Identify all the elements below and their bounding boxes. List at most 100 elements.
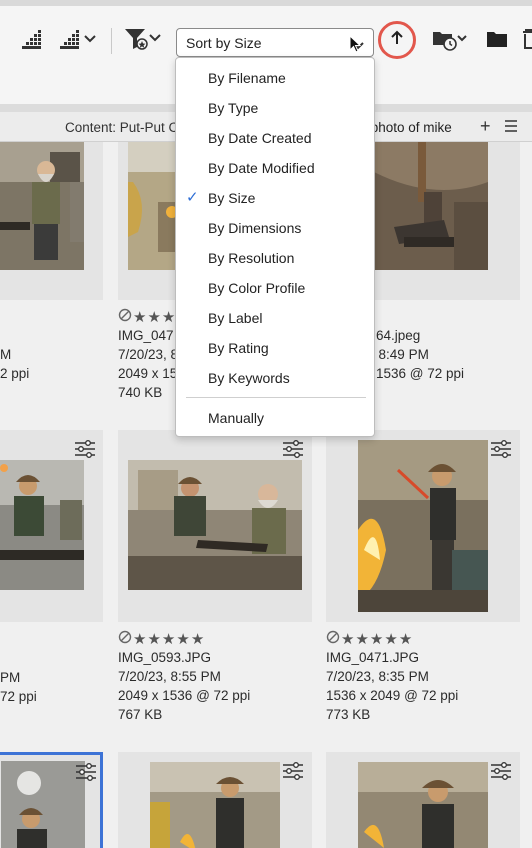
thumbnail-date: M (0, 347, 12, 362)
sort-option-color-profile[interactable]: By Color Profile (176, 273, 374, 303)
thumbnail-image[interactable] (128, 142, 180, 270)
thumbnail-dimensions: 2049 x 15 (118, 366, 178, 381)
rating-stars[interactable]: ★ ★ ★ (118, 308, 175, 327)
sort-dropdown-menu: By Filename By Type By Date Created By D… (175, 57, 375, 437)
sort-option-label: By Label (208, 310, 263, 326)
sort-option-dimensions[interactable]: By Dimensions (176, 213, 374, 243)
sort-option-keywords[interactable]: By Keywords (176, 363, 374, 393)
sort-option-label: By Type (208, 100, 259, 116)
thumbnail-meta: 64.jpeg 7/20/23, 8:49 PM 1536 @ 72 ppi (326, 326, 464, 383)
reject-icon[interactable] (118, 630, 132, 649)
hamburger-menu-icon[interactable] (504, 120, 518, 135)
sort-option-resolution[interactable]: By Resolution (176, 243, 374, 273)
toolbar-separator (111, 28, 112, 54)
star-icon[interactable]: ★ (133, 632, 146, 647)
thumbnail-cell[interactable] (326, 752, 520, 848)
sort-option-label: By Filename (208, 70, 286, 86)
sort-ascending-button[interactable] (378, 21, 416, 59)
sort-option-date-created[interactable]: By Date Created (176, 123, 374, 153)
sort-option-label: By Date Created (208, 130, 312, 146)
thumbnail-meta: IMG_047 7/20/23, 8 2049 x 15 740 KB (118, 326, 178, 402)
thumbnail-image[interactable] (150, 762, 280, 848)
rating-stars[interactable]: ★ ★ ★ ★ ★ (118, 630, 204, 649)
filter-icon[interactable] (124, 26, 164, 52)
sort-select[interactable]: Sort by Size (176, 28, 374, 57)
thumbnail-filename: 64.jpeg (376, 328, 421, 343)
thumbnail-date: 7/20/23, 8 (118, 347, 179, 362)
thumbnail-cell[interactable] (118, 752, 312, 848)
reject-icon[interactable] (118, 308, 132, 327)
thumbnail-filename: IMG_047 (118, 328, 174, 343)
sort-option-size[interactable]: ✓ By Size (176, 183, 374, 213)
menu-divider (186, 397, 366, 398)
content-path-label[interactable]: Content: Put-Put C (65, 120, 178, 135)
thumbnail-image[interactable] (374, 142, 488, 270)
star-icon[interactable]: ★ (162, 310, 175, 325)
star-icon[interactable]: ★ (147, 310, 160, 325)
adjustments-icon[interactable] (282, 440, 304, 458)
adjustments-icon[interactable] (282, 762, 304, 780)
thumbnail-date: 7/20/23, 8:55 PM (118, 669, 221, 684)
sort-option-label: By Resolution (208, 250, 295, 266)
thumbnail-filename: IMG_0593.JPG (118, 650, 212, 665)
thumbnail-filename: IMG_0471.JPG (326, 650, 420, 665)
thumbnail-image[interactable] (358, 440, 488, 612)
star-icon[interactable]: ★ (133, 310, 146, 325)
thumbnail-image[interactable] (128, 460, 302, 590)
sort-option-label: By Color Profile (208, 280, 306, 296)
sort-option-label: Manually (208, 410, 265, 426)
thumbnail-cell[interactable] (326, 430, 520, 622)
thumbnail-image[interactable] (1, 761, 85, 848)
bridge-window: Sort by Size Content: Put-Put C nt: phot… (0, 0, 532, 848)
open-recent-icon[interactable] (432, 26, 470, 52)
reject-icon[interactable] (326, 630, 340, 649)
sort-option-label: By Keywords (208, 370, 290, 386)
thumbnail-filesize: 740 KB (118, 385, 163, 400)
sort-option-filename[interactable]: By Filename (176, 63, 374, 93)
star-icon[interactable]: ★ (399, 632, 412, 647)
thumbnail-image[interactable] (358, 762, 488, 848)
quality-icon[interactable] (22, 26, 44, 52)
star-icon[interactable]: ★ (176, 632, 189, 647)
sort-select-value: Sort by Size (186, 35, 262, 51)
star-icon[interactable]: ★ (147, 632, 160, 647)
thumbnail-date: PM (0, 670, 21, 685)
adjustments-icon[interactable] (75, 763, 97, 781)
thumbnail-dimensions: 2049 x 1536 @ 72 ppi (118, 688, 251, 703)
adjustments-icon[interactable] (490, 440, 512, 458)
folder-icon[interactable] (486, 26, 508, 52)
sort-option-label-option[interactable]: By Label (176, 303, 374, 333)
thumbnail-date: 7/20/23, 8:35 PM (326, 669, 429, 684)
thumbnail-meta: M 2 ppi (0, 345, 29, 383)
sort-option-label: By Size (208, 190, 256, 206)
star-icon[interactable]: ★ (370, 632, 383, 647)
sort-option-date-modified[interactable]: By Date Modified (176, 153, 374, 183)
add-tab-button[interactable]: + (480, 116, 491, 137)
thumbnail-cell-selected[interactable] (0, 752, 103, 848)
thumbnail-image[interactable] (0, 460, 84, 590)
thumbnail-filesize: 773 KB (326, 707, 371, 722)
thumbnail-meta: PM 72 ppi (0, 668, 37, 706)
adjustments-icon[interactable] (490, 762, 512, 780)
thumbnail-cell[interactable] (0, 430, 103, 622)
sort-option-manually[interactable]: Manually (176, 403, 374, 433)
quality-dropdown-icon[interactable] (60, 26, 100, 52)
thumbnail-filesize: 767 KB (118, 707, 163, 722)
thumbnail-image[interactable] (0, 142, 84, 270)
trash-icon[interactable] (522, 26, 532, 52)
sort-option-rating[interactable]: By Rating (176, 333, 374, 363)
adjustments-icon[interactable] (74, 440, 96, 458)
mouse-cursor-icon (349, 34, 362, 56)
star-icon[interactable]: ★ (162, 632, 175, 647)
sort-option-type[interactable]: By Type (176, 93, 374, 123)
star-icon[interactable]: ★ (191, 632, 204, 647)
sort-option-label: By Dimensions (208, 220, 302, 236)
star-icon[interactable]: ★ (384, 632, 397, 647)
star-icon[interactable]: ★ (355, 632, 368, 647)
star-icon[interactable]: ★ (341, 632, 354, 647)
thumbnail-cell[interactable] (118, 430, 312, 622)
ascending-arrow-icon (390, 30, 404, 51)
thumbnail-cell[interactable] (0, 142, 103, 300)
rating-stars[interactable]: ★ ★ ★ ★ ★ (326, 630, 412, 649)
sort-option-label: By Date Modified (208, 160, 315, 176)
